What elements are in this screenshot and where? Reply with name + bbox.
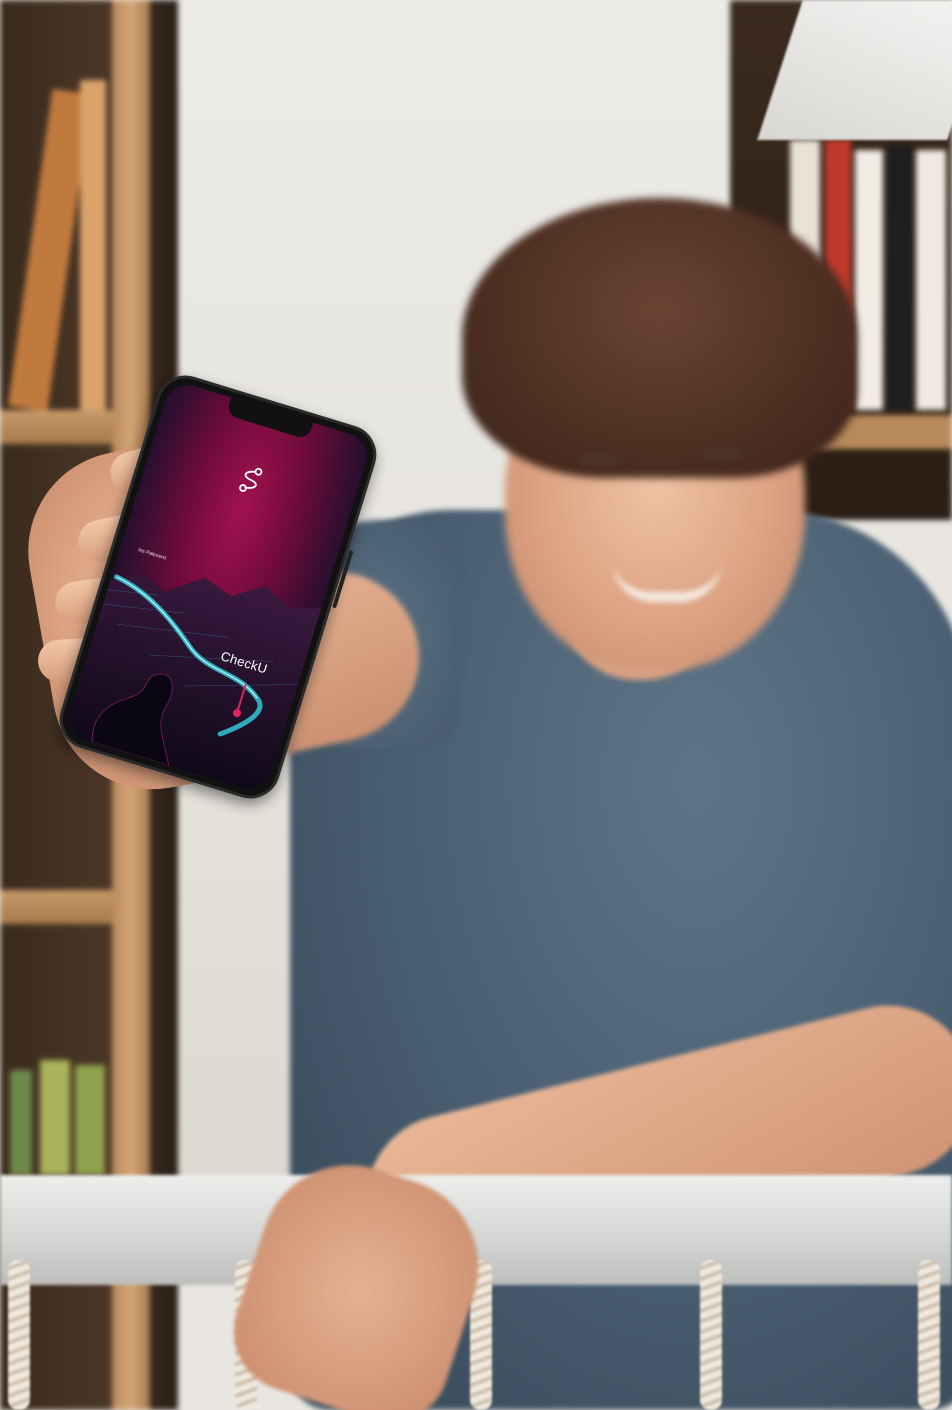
route-icon: [239, 467, 263, 492]
person-hair: [462, 198, 857, 478]
railing-rope: [700, 1260, 722, 1410]
railing-rope: [8, 1260, 30, 1410]
person-eye-right: [700, 446, 744, 460]
person-eye-left: [578, 452, 622, 466]
railing-rope: [918, 1260, 940, 1410]
photo-scene: Ins Pakurenz CheckU: [0, 0, 952, 1410]
